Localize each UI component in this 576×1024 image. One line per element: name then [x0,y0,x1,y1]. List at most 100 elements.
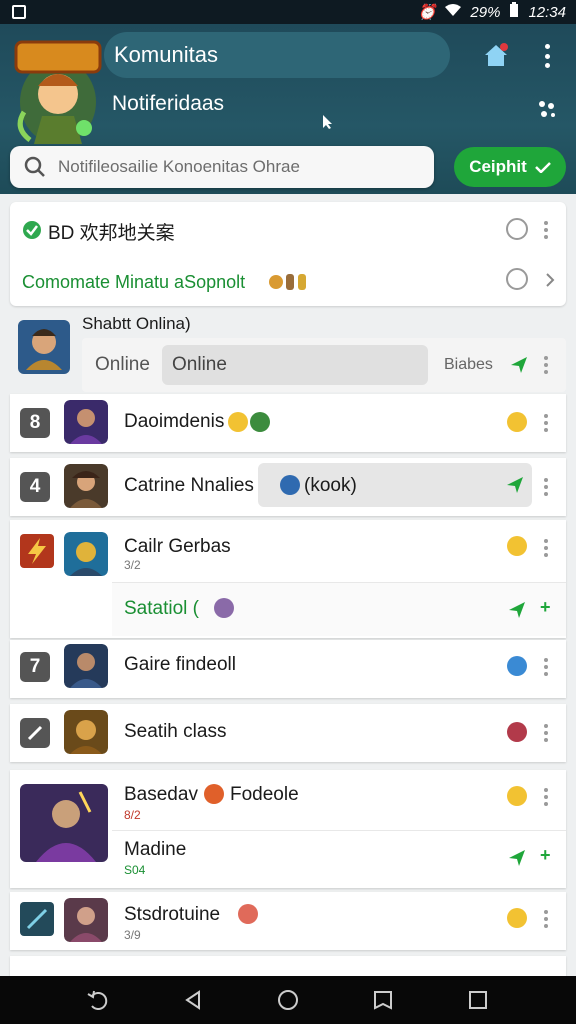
reaction-emoji-icon[interactable] [507,412,527,432]
online-right-label: Biabes [444,356,493,373]
list-item[interactable]: Seatih class [10,704,566,762]
check-arrow-icon [534,162,551,173]
option-row-1[interactable]: BD 欢邦地关案 [48,218,175,245]
option-menu-1[interactable] [543,221,549,239]
back-rotate-icon[interactable] [86,988,110,1012]
item-subtext: 3/2 [124,558,141,572]
item-highlight: (kook) [258,463,532,507]
list-item[interactable]: 4 Catrine Nnalies (kook) [10,458,566,516]
status-bar: ⏰ 29% 12:34 [0,0,576,24]
cursor-icon [322,114,334,130]
avatar-emoji-icon [214,598,234,618]
top-options-card: BD 欢邦地关案 Comomate Minatu aSopnolt [10,202,566,306]
item-menu[interactable] [543,658,549,676]
rank-badge: 7 [20,652,50,682]
list-item[interactable]: Madine S04 + [112,830,566,886]
add-icon[interactable]: + [540,845,551,866]
wifi-icon [444,3,462,21]
reaction-emoji-icon[interactable] [507,536,527,556]
page-title: Komunitas [104,32,450,78]
filter-settings-icon[interactable] [536,98,558,120]
home-icon [485,43,508,66]
notification-icon [12,5,26,19]
list-group: Basedav Fodeole 8/2 Madine S04 + [10,770,566,888]
item-menu[interactable] [543,539,549,557]
search-icon [24,156,45,177]
list-item-partial[interactable] [10,956,566,976]
online-status-field[interactable]: Online [162,345,428,385]
item-subtext: 3/9 [124,928,141,942]
recents-icon[interactable] [466,988,490,1012]
item-menu[interactable] [543,724,549,742]
reaction-emoji-icon[interactable] [507,786,527,806]
item-title: Seatih class [124,721,227,742]
avatar [64,400,108,444]
add-icon[interactable]: + [540,597,551,618]
more-options-button[interactable] [538,42,556,70]
home-button[interactable] [482,41,510,69]
app-header: Komunitas Notiferidaas Ceiphit [0,24,576,194]
page-subtitle: Notiferidaas [112,92,225,115]
smile-emoji-icon [228,412,248,432]
battery-icon [508,2,520,22]
list-item-highlighted[interactable]: Satatiol ( + [112,582,566,636]
item-extra: (kook) [304,475,357,496]
avatar [64,710,108,754]
item-title: Madine [124,839,187,860]
list-group: Cailr Gerbas 3/2 Satatiol ( + [10,520,566,638]
online-menu[interactable] [543,356,549,374]
item-subtext: 8/2 [124,808,141,822]
list-item[interactable]: 7 Gaire findeoll [10,640,566,698]
check-circle-icon [23,221,41,239]
online-filter-row: Online Online Biabes [82,338,566,392]
search-bar[interactable] [10,146,434,188]
home-nav-icon[interactable] [276,988,300,1012]
item-title[interactable]: Basedav [124,784,198,806]
item-menu[interactable] [543,788,549,806]
game-logo[interactable] [12,32,104,154]
item-title: Daoimdenis [124,411,225,432]
check-badge-icon [20,718,50,748]
list-item[interactable]: 8 Daoimdenis [10,394,566,452]
item-menu[interactable] [543,478,549,496]
battery-level: 29% [470,3,501,21]
list-item[interactable]: Stsdrotuine 3/9 [10,892,566,950]
system-nav-bar [0,976,576,1024]
item-menu[interactable] [543,910,549,928]
pin-icon [509,850,525,866]
info-badge-icon[interactable] [507,656,527,676]
reaction-emoji-icon[interactable] [507,908,527,928]
pin-icon [509,602,525,618]
online-label: Online [95,354,150,375]
search-input[interactable] [58,157,398,177]
lightning-icon [20,534,54,568]
item-title[interactable]: Cailr Gerbas [124,536,231,558]
alarm-icon: ⏰ [417,4,437,21]
pin-icon [511,357,527,373]
avatar [64,898,108,942]
status-badge-icon[interactable] [507,722,527,742]
avatar [64,644,108,688]
globe-emoji-icon [280,475,300,495]
avatar[interactable] [64,532,108,576]
avatar [64,464,108,508]
item-extra: Fodeole [230,784,299,805]
option-row-2[interactable]: Comomate Minatu aSopnolt [22,272,245,293]
profile-thumbnail[interactable] [18,320,70,374]
rank-badge: 4 [20,472,50,502]
bookmark-icon[interactable] [371,988,395,1012]
game-icon [20,902,54,936]
rank-badge: 8 [20,408,50,438]
globe-emoji-icon [250,412,270,432]
fire-emoji-icon [204,784,224,804]
item-menu[interactable] [543,414,549,432]
option-radio-2[interactable] [506,268,528,290]
submit-button[interactable]: Ceiphit [454,147,566,187]
option-radio-1[interactable] [506,218,528,240]
featured-thumbnail[interactable] [20,784,108,862]
item-title: Stsdrotuine [124,904,221,925]
back-icon[interactable] [181,988,205,1012]
chevron-right-icon [546,273,555,287]
emoji-group-icon [269,274,306,290]
item-title: Satatiol ( [124,598,199,619]
